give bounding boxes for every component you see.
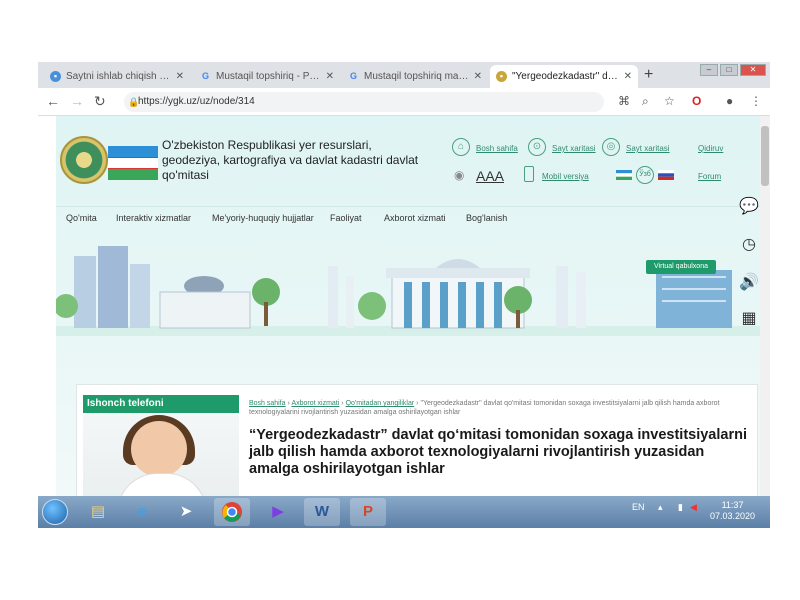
telegram-icon[interactable]: ➤ (168, 498, 204, 526)
close-icon[interactable]: ✕ (474, 71, 482, 82)
window-controls: – □ ✕ (700, 64, 766, 76)
home-icon[interactable]: ⌂ (452, 138, 470, 156)
reload-icon[interactable]: ↻ (94, 93, 106, 110)
state-emblem-icon (60, 136, 108, 184)
tab-1[interactable]: ▪ Saytni ishlab chiqish … ✕ (44, 65, 190, 88)
maximize-icon[interactable]: □ (720, 64, 738, 76)
map-link[interactable]: Sayt xaritasi (626, 144, 670, 153)
tab-title: Mustaqil topshiriq mavz… (364, 71, 470, 82)
hotline-heading: Ishonch telefoni (83, 395, 239, 413)
emblem-favicon-icon: • (496, 71, 507, 82)
volume-icon[interactable]: ◀ (690, 502, 697, 513)
mobile-version-link[interactable]: Mobil versiya (542, 172, 589, 181)
eye-icon[interactable]: ◉ (454, 168, 464, 182)
new-tab-button[interactable]: + (644, 66, 653, 84)
zoom-icon[interactable]: ⌕ (642, 94, 649, 109)
forward-icon[interactable]: → (70, 93, 84, 109)
browser-toolbar: ← → ↻ 🔒 https://ygk.uz/uz/node/314 ⌘ ⌕ ☆… (38, 88, 770, 116)
breadcrumb: Bosh sahifa › Axborot xizmati › Qo'mitad… (249, 400, 720, 416)
site-favicon-icon: ▪ (50, 71, 61, 82)
file-explorer-icon[interactable]: ▤ (80, 498, 116, 526)
google-icon: G (349, 71, 357, 81)
search-link[interactable]: Qidiruv (698, 144, 723, 153)
lock-icon: 🔒 (128, 97, 140, 107)
internet-explorer-icon[interactable]: e (124, 498, 160, 526)
clock-icon[interactable]: ◷ (738, 234, 760, 256)
nav-contact[interactable]: Bog'lanish (466, 213, 507, 223)
nav-committee[interactable]: Qo'mita (66, 213, 97, 223)
uzbekistan-flag-icon (108, 146, 158, 180)
sitemap-icon[interactable]: ⊙ (528, 138, 546, 156)
tab-3[interactable]: G Mustaqil topshiriq mavz… ✕ (342, 65, 488, 88)
account-icon[interactable]: ● (726, 94, 733, 108)
chat-icon[interactable]: 💬 (738, 196, 760, 218)
forum-link[interactable]: Forum (698, 172, 721, 181)
tab-4-active[interactable]: • "Yergeodezkadastr" davlat … ✕ (490, 65, 638, 88)
back-icon[interactable]: ← (46, 93, 60, 109)
system-clock[interactable]: 11:37 07.03.2020 (710, 500, 755, 522)
tray-expand-icon[interactable]: ▴ (658, 502, 663, 513)
scrollbar-thumb[interactable] (761, 126, 769, 186)
breadcrumb-news[interactable]: Qo'mitadan yangiliklar (346, 400, 415, 407)
menu-icon[interactable]: ⋮ (750, 94, 762, 108)
tab-title: Mustaqil topshiriq - Pu… (216, 71, 322, 82)
operator-face (131, 421, 187, 477)
main-nav: Qo'mita Interaktiv xizmatlar Me'yoriy-hu… (56, 206, 768, 228)
home-link[interactable]: Bosh sahifa (476, 144, 518, 153)
close-icon[interactable]: ✕ (326, 71, 334, 82)
breadcrumb-home[interactable]: Bosh sahifa (249, 400, 286, 407)
tab-title: "Yergeodezkadastr" davlat … (512, 71, 620, 82)
article-title: “Yergeodezkadastr” davlat qo‘mitasi tomo… (249, 427, 747, 477)
hotline-operator-image[interactable] (83, 413, 239, 513)
speaker-icon[interactable]: 🔊 (738, 272, 760, 294)
chrome-logo (222, 502, 242, 522)
sitemap-link[interactable]: Sayt xaritasi (552, 144, 596, 153)
clock-time: 11:37 (721, 500, 744, 510)
nav-legal-documents[interactable]: Me'yoriy-huquqiy hujjatlar (212, 213, 314, 223)
page-scrollbar[interactable] (760, 116, 770, 496)
tab-strip: ▪ Saytni ishlab chiqish … ✕ G Mustaqil t… (38, 62, 770, 88)
opera-extension-icon[interactable]: O (692, 94, 701, 108)
close-icon[interactable]: ✕ (176, 71, 184, 82)
banner-skyline-illustration (56, 246, 768, 336)
nav-activity[interactable]: Faoliyat (330, 213, 362, 223)
close-icon[interactable]: ✕ (624, 71, 632, 82)
windows-taskbar: ▤ e ➤ ▶ W P EN ▴ ▮ ◀ 11:37 07.03.2020 (38, 496, 770, 528)
font-size-toggle[interactable]: AAA (476, 168, 504, 184)
map-icon[interactable]: ◎ (602, 138, 620, 156)
start-button[interactable] (42, 499, 68, 525)
organization-title: O'zbekiston Respublikasi yer resurslari,… (162, 138, 419, 182)
flag-uz-icon[interactable] (616, 170, 632, 180)
translate-icon[interactable]: ⌘ (618, 94, 630, 108)
tab-title: Saytni ishlab chiqish … (66, 71, 170, 82)
google-icon: G (201, 71, 209, 81)
breadcrumb-info[interactable]: Axborot xizmati (291, 400, 339, 407)
screen: ▪ Saytni ishlab chiqish … ✕ G Mustaqil t… (38, 62, 770, 528)
virtual-reception-button[interactable]: Virtual qabulxona (646, 260, 716, 274)
lang-current[interactable]: Ўзб (636, 166, 654, 184)
nav-interactive-services[interactable]: Interaktiv xizmatlar (116, 213, 191, 223)
media-player-icon[interactable]: ▶ (260, 498, 296, 526)
tab-2[interactable]: G Mustaqil topshiriq - Pu… ✕ (194, 65, 340, 88)
word-icon[interactable]: W (304, 498, 340, 526)
window-close-icon[interactable]: ✕ (740, 64, 766, 76)
address-bar[interactable]: 🔒 https://ygk.uz/uz/node/314 (124, 92, 604, 112)
language-switcher: Ўзб (616, 166, 674, 184)
network-icon[interactable]: ▮ (678, 502, 683, 513)
nav-information-service[interactable]: Axborot xizmati (384, 213, 446, 223)
website: O'zbekiston Respublikasi yer resurslari,… (56, 116, 768, 513)
chrome-icon[interactable] (214, 498, 250, 526)
mobile-icon[interactable] (524, 166, 534, 182)
tray-language[interactable]: EN (632, 502, 645, 512)
clock-date: 07.03.2020 (710, 511, 756, 521)
flag-ru-icon[interactable] (658, 170, 674, 180)
calculator-icon[interactable]: ▦ (738, 308, 760, 330)
content-area: Ishonch telefoni Bosh sahifa › Axborot x… (76, 384, 758, 513)
minimize-icon[interactable]: – (700, 64, 718, 76)
bookmark-star-icon[interactable]: ☆ (664, 94, 675, 108)
url-text: https://ygk.uz/uz/node/314 (138, 96, 255, 107)
powerpoint-icon[interactable]: P (350, 498, 386, 526)
